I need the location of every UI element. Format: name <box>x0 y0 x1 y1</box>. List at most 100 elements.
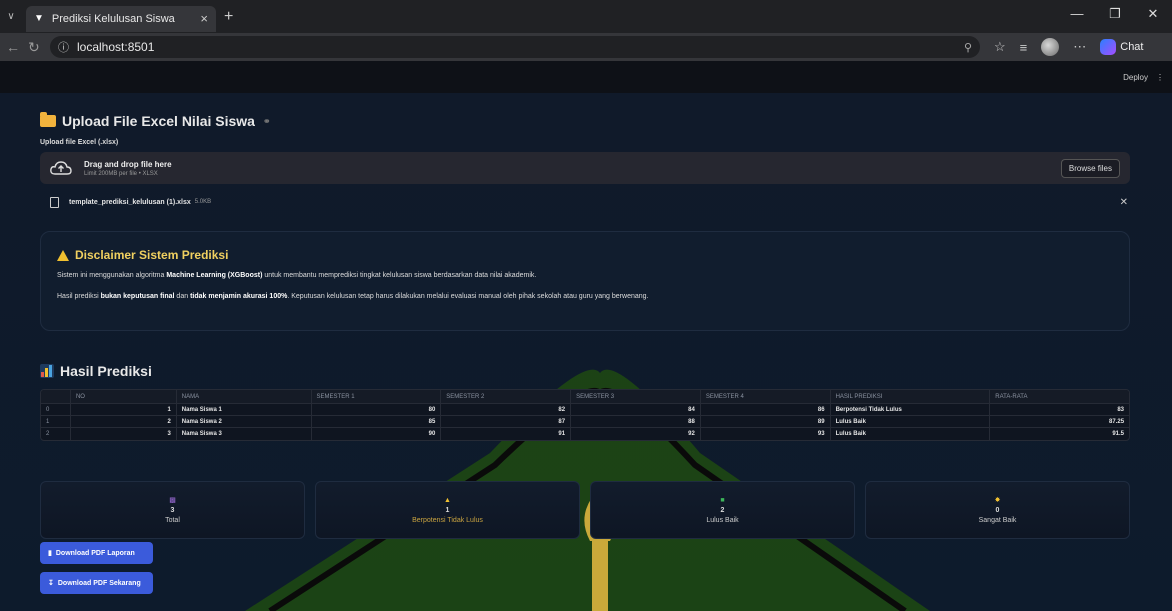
file-dropzone[interactable]: Drag and drop file here Limit 200MB per … <box>40 152 1130 184</box>
app-header <box>0 61 1172 93</box>
warning-icon <box>57 249 69 261</box>
download-report-button[interactable]: ▮ Download PDF Laporan <box>40 542 153 564</box>
download-now-label: Download PDF Sekarang <box>57 579 141 587</box>
disclaimer-title-text: Disclaimer Sistem Prediksi <box>75 248 229 262</box>
check-icon: ■ <box>720 496 725 504</box>
summary-card-sangat-baik: ✸ 0 Sangat Baik <box>865 481 1130 539</box>
close-window-icon[interactable]: ✕ <box>1134 0 1172 33</box>
site-info-icon[interactable]: ⓘ <box>58 39 69 55</box>
dropzone-text: Drag and drop file here Limit 200MB per … <box>84 160 172 177</box>
download-now-button[interactable]: ↧ Download PDF Sekarang <box>40 572 153 594</box>
column-header[interactable]: HASIL PREDIKSI <box>831 390 991 403</box>
disclaimer-paragraph-2: Hasil prediksi bukan keputusan final dan… <box>57 293 649 300</box>
column-header[interactable]: SEMESTER 2 <box>441 390 572 403</box>
chat-label: Chat <box>1120 41 1144 53</box>
column-header[interactable]: SEMESTER 3 <box>571 390 701 403</box>
summary-label: Total <box>165 517 180 524</box>
table-row[interactable]: 1 2 Nama Siswa 2 85 87 88 89 Lulus Baik … <box>41 416 1129 428</box>
column-header[interactable]: SEMESTER 1 <box>312 390 442 403</box>
close-tab-icon[interactable]: × <box>200 11 208 26</box>
table-cell: Nama Siswa 3 <box>177 428 312 440</box>
table-cell: 87.25 <box>1109 418 1125 425</box>
table-cell: Nama Siswa 1 <box>177 404 312 415</box>
tab-list-chevron-icon[interactable]: ∨ <box>0 11 22 22</box>
folder-icon <box>40 112 56 127</box>
zoom-icon[interactable]: ⚲ <box>964 41 972 54</box>
table-cell: Nama Siswa 2 <box>177 416 312 427</box>
disclaimer-panel: Disclaimer Sistem Prediksi Sistem ini me… <box>40 231 1130 331</box>
favorite-star-icon[interactable]: ☆ <box>994 39 1006 55</box>
summary-value: 1 <box>445 506 450 514</box>
column-header[interactable]: SEMESTER 4 <box>701 390 831 403</box>
table-cell: 1 <box>41 416 71 427</box>
summary-card-lulus-baik: ■ 2 Lulus Baik <box>590 481 855 539</box>
uploaded-file-name: template_prediksi_kelulusan (1).xlsx <box>69 198 191 206</box>
summary-card-total: ▩ 3 Total <box>40 481 305 539</box>
address-toolbar: ← ↻ ⓘ localhost:8501 ⚲ ☆ ≡ ⋯ Chat <box>0 33 1172 61</box>
more-menu-icon[interactable]: ⋯ <box>1073 39 1086 55</box>
results-table[interactable]: NO NAMA SEMESTER 1 SEMESTER 2 SEMESTER 3… <box>40 389 1130 441</box>
restore-icon[interactable]: ❐ <box>1096 0 1134 33</box>
summary-value: 2 <box>720 506 725 514</box>
table-cell: 82 <box>441 404 572 415</box>
warning-icon: ▲ <box>444 496 451 504</box>
file-limit-text: Limit 200MB per file • XLSX <box>84 170 158 177</box>
address-bar[interactable]: ⓘ localhost:8501 ⚲ <box>50 36 980 58</box>
summary-cards: ▩ 3 Total ▲ 1 Berpotensi Tidak Lulus ■ 2… <box>40 481 1130 539</box>
table-cell: 90 <box>312 428 442 440</box>
document-icon: ▮ <box>48 550 52 557</box>
window-controls: — ❐ ✕ <box>1058 0 1172 33</box>
table-row[interactable]: 2 3 Nama Siswa 3 90 91 92 93 Lulus Baik … <box>41 428 1129 440</box>
new-tab-icon[interactable]: + <box>224 8 233 26</box>
profile-avatar[interactable] <box>1041 38 1060 56</box>
summary-label: Berpotensi Tidak Lulus <box>412 516 483 524</box>
table-cell: Lulus Baik <box>831 428 991 440</box>
tab-title: Prediksi Kelulusan Siswa <box>51 12 175 25</box>
cloud-upload-icon <box>50 161 72 175</box>
summary-label: Sangat Baik <box>978 517 1017 524</box>
table-cell: 89 <box>701 416 831 427</box>
table-cell: 80 <box>312 404 442 415</box>
copilot-chat-button[interactable]: Chat <box>1100 39 1144 55</box>
table-row[interactable]: 0 1 Nama Siswa 1 80 82 84 86 Berpotensi … <box>41 404 1129 416</box>
table-cell: 2 <box>71 416 177 427</box>
favorites-list-icon[interactable]: ≡ <box>1020 40 1028 55</box>
table-cell: 1 <box>71 404 177 415</box>
summary-label: Lulus Baik <box>706 516 739 524</box>
main-menu-icon[interactable]: ⋮ <box>1156 73 1164 82</box>
drop-instruction: Drag and drop file here <box>84 159 172 169</box>
upload-label: Upload file Excel (.xlsx) <box>40 139 119 146</box>
deploy-button[interactable]: Deploy <box>1123 73 1148 82</box>
table-cell: 91 <box>441 428 572 440</box>
download-icon: ↧ <box>48 580 54 587</box>
uploaded-file-row: template_prediksi_kelulusan (1).xlsx 5.0… <box>50 193 1128 211</box>
anchor-link-icon[interactable]: ⚭ <box>263 116 271 127</box>
table-cell: 85 <box>312 416 442 427</box>
table-cell: 83 <box>1117 406 1125 413</box>
copilot-icon <box>1100 39 1117 55</box>
remove-file-icon[interactable]: ✕ <box>1120 197 1128 208</box>
upload-section-title: Upload File Excel Nilai Siswa ⚭ <box>40 112 271 129</box>
bar-chart-icon <box>40 364 54 378</box>
column-header[interactable]: NAMA <box>177 390 312 403</box>
column-header[interactable]: RATA-RATA <box>990 390 1129 403</box>
browser-tab-bar: ∨ ▼ Prediksi Kelulusan Siswa × + — ❐ ✕ <box>0 0 1172 33</box>
table-cell: 93 <box>701 428 831 440</box>
minimize-icon[interactable]: — <box>1058 0 1096 33</box>
summary-value: 0 <box>995 507 1000 514</box>
back-icon[interactable]: ← <box>6 39 28 55</box>
table-cell: 84 <box>571 404 701 415</box>
column-header[interactable] <box>41 390 71 403</box>
bar-chart-icon: ▩ <box>169 497 176 504</box>
streamlit-favicon-icon: ▼ <box>34 13 44 24</box>
column-header[interactable]: NO <box>71 390 177 403</box>
table-cell: Lulus Baik <box>831 416 991 427</box>
summary-value: 3 <box>170 507 175 514</box>
disclaimer-title: Disclaimer Sistem Prediksi <box>57 248 1113 262</box>
browser-tab[interactable]: ▼ Prediksi Kelulusan Siswa × <box>26 5 216 32</box>
uploaded-file-size: 5.0KB <box>194 199 212 205</box>
download-report-label: Download PDF Laporan <box>55 549 135 557</box>
reload-icon[interactable]: ↻ <box>28 39 50 56</box>
browse-files-button[interactable]: Browse files <box>1060 158 1120 178</box>
main-content: Upload File Excel Nilai Siswa ⚭ Upload f… <box>0 93 1172 611</box>
